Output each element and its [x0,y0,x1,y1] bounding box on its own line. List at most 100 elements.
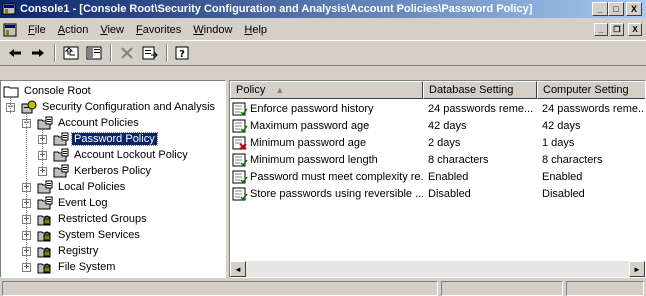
column-header-policy[interactable]: Policy ▲ [230,81,423,99]
table-row[interactable]: Minimum password age 2 days 1 days [230,134,645,151]
export-list-button[interactable] [139,43,161,63]
security-config-icon [21,100,37,114]
database-setting-cell: 24 passwords reme... [428,102,534,115]
database-setting-cell: Disabled [428,187,471,200]
policy-match-icon [232,170,248,183]
delete-button[interactable] [116,43,138,63]
table-row[interactable]: Minimum password length 8 characters 8 cha… [230,151,645,168]
lock-folder-icon [37,215,51,226]
tree-node-security-configuration-and-analysis[interactable]: Security Configuration and Analysis [21,99,217,115]
tree-node-console-root[interactable]: Console Root [3,83,93,99]
close-button[interactable]: X [626,2,642,16]
title-bar[interactable]: Console1 - [Console Root\Security Config… [0,0,646,18]
tree-node-account-policies[interactable]: Account Policies [37,115,141,131]
sort-ascending-icon: ▲ [275,85,285,95]
database-setting-cell: Enabled [428,170,469,183]
column-header-computer-label: Computer Setting [543,84,629,96]
column-header-database-setting[interactable]: Database Setting [423,81,537,99]
lock-folder-icon [37,263,51,274]
tree-node-event-log[interactable]: Event Log [37,195,110,211]
computer-setting-cell: 24 passwords reme... [542,102,646,115]
tree-node-restricted-groups[interactable]: Restricted Groups [37,211,149,227]
tree-node-label: System Services [58,229,140,241]
tree-node-label: Restricted Groups [58,213,147,225]
minimize-button[interactable]: _ [592,2,608,16]
table-row[interactable]: Maximum password age 42 days 42 days [230,117,645,134]
mmc-app-icon [2,3,16,15]
database-setting-cell: 42 days [428,119,467,132]
export-list-icon [142,46,158,60]
tree-node-label: File System [58,261,116,273]
policy-match-icon [232,187,248,200]
toolbar: ? [0,40,646,66]
policy-folder-icon [37,196,53,210]
tree-node-registry[interactable]: Registry [37,243,100,259]
console-document-icon[interactable] [2,22,18,38]
policy-cell: Enforce password history [232,100,423,117]
status-panel-main [2,281,438,296]
back-arrow-icon [9,49,21,57]
table-row[interactable]: Password must meet complexity re... Enabl… [230,168,645,185]
policy-match-icon [232,153,248,166]
tree-node-account-lockout-policy[interactable]: Account Lockout Policy [53,147,190,163]
show-hide-console-tree-button[interactable] [83,43,105,63]
computer-setting-cell: Enabled [542,170,583,183]
policy-cell: Maximum password age [232,117,423,134]
menu-file[interactable]: File [24,24,54,36]
menu-help[interactable]: Help [240,24,275,36]
policy-cell: Minimum password length [232,151,423,168]
folder-icon [3,86,19,98]
svg-text:?: ? [179,49,185,60]
maximize-button[interactable]: □ [608,2,624,16]
tree-node-local-policies[interactable]: Local Policies [37,179,127,195]
tree-node-password-policy[interactable]: Password Policy [53,131,158,147]
policy-mismatch-icon [232,136,247,150]
table-row[interactable]: Enforce password history 24 passwords rem… [230,100,646,117]
help-icon: ? [175,46,189,60]
menu-action[interactable]: Action [54,24,97,36]
tree-node-system-services[interactable]: System Services [37,227,142,243]
help-button[interactable]: ? [172,43,194,63]
policy-folder-icon [53,164,69,178]
policy-name: Minimum password age [250,136,367,149]
tree-node-label: Security Configuration and Analysis [42,101,216,113]
forward-button[interactable] [27,43,49,63]
scroll-right-button[interactable]: ► [629,261,645,277]
policy-match-icon [232,119,248,132]
policy-cell: Store passwords using reversible ... [232,185,423,202]
policy-name: Minimum password length [250,153,378,166]
up-folder-icon [63,46,79,60]
tree-node-label: Password Policy [71,132,158,146]
policy-cell: Password must meet complexity re... [232,168,423,185]
menu-bar: File Action View Favorites Window Help [0,20,646,39]
tree-node-label: Registry [58,245,99,257]
mdi-minimize-button[interactable]: _ [594,23,608,36]
policy-list-pane[interactable]: Policy ▲ Database Setting Computer Setti… [229,80,646,278]
back-button[interactable] [4,43,26,63]
database-setting-cell: 2 days [428,136,461,149]
policy-name: Password must meet complexity re... [250,170,423,183]
mdi-restore-button[interactable]: ❐ [610,23,624,36]
forward-arrow-icon [32,49,44,57]
tree-node-file-system[interactable]: File System [37,259,117,275]
menu-view[interactable]: View [96,24,132,36]
column-header-computer-setting[interactable]: Computer Setting [537,81,645,99]
policy-name: Enforce password history [250,102,374,115]
tree-connector-line [26,113,27,267]
up-one-level-button[interactable] [60,43,82,63]
menu-window[interactable]: Window [189,24,240,36]
lock-folder-icon [37,247,51,258]
toolbar-separator [54,44,56,62]
computer-setting-cell: 1 days [542,136,575,149]
column-header-policy-label: Policy [236,84,266,96]
column-header-database-label: Database Setting [429,84,514,96]
tree-node-kerberos-policy[interactable]: Kerberos Policy [53,163,153,179]
horizontal-scrollbar[interactable]: ◄ ► [230,261,645,277]
menu-favorites[interactable]: Favorites [132,24,189,36]
console-tree-pane[interactable]: Console Root − Security Configuration and … [0,80,226,278]
mdi-close-button[interactable]: X [628,23,642,36]
table-row[interactable]: Store passwords using reversible ... Disa… [230,185,645,202]
scroll-left-button[interactable]: ◄ [230,261,246,277]
policy-folder-icon [53,132,69,146]
policy-name: Maximum password age [250,119,370,132]
